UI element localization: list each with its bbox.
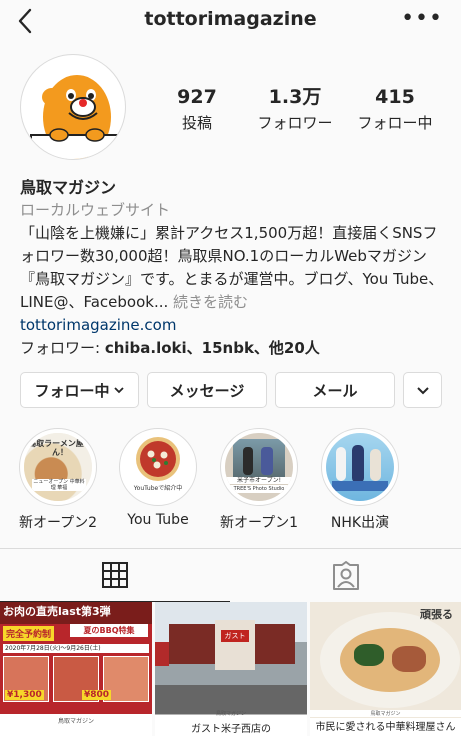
posts-label: 投稿: [181, 114, 212, 132]
tab-tagged[interactable]: [231, 549, 461, 602]
tab-grid[interactable]: [0, 549, 230, 602]
post-special: 夏のBBQ特集: [70, 624, 148, 637]
followed-by-prefix: フォロワー:: [20, 339, 105, 357]
post-caption: 市民に愛される中華料理屋さん: [310, 718, 461, 736]
grid-icon: [102, 562, 128, 588]
bio-text-block: 「山陰を上機嫌に」累計アクセス1,500万超！直接届くSNSフォロワー数30,0…: [20, 222, 450, 314]
profile-tabs: [0, 548, 461, 602]
mascot-logo-icon: [30, 75, 118, 159]
stat-following[interactable]: 415 フォロー中: [350, 86, 440, 133]
highlight-overlay-text: 鳥取ラーメン屋さん！: [28, 439, 92, 457]
highlight-ring: YouTubeで紹介中: [119, 428, 197, 506]
post-thumbnail[interactable]: お肉の直売last第3弾 完全予約制 夏のBBQ特集 2020年7月28日(火)…: [0, 602, 152, 736]
following-count: 415: [375, 86, 415, 108]
chevron-down-icon: [416, 387, 429, 395]
highlight-nhk[interactable]: NHK出演: [319, 428, 401, 532]
profile-category: ローカルウェブサイト: [20, 201, 171, 219]
profile-username: tottorimagazine: [144, 8, 317, 30]
stat-posts[interactable]: 927 投稿: [168, 86, 226, 133]
email-button[interactable]: メール: [275, 372, 395, 408]
message-button[interactable]: メッセージ: [147, 372, 267, 408]
post-sign: 頑張る: [420, 608, 453, 621]
ellipsis-icon[interactable]: •••: [401, 8, 443, 30]
highlight-cover: [326, 433, 394, 501]
display-name: 鳥取マガジン: [20, 178, 117, 197]
post-footer: 鳥取マガジン: [310, 710, 461, 717]
post-price: ¥800: [82, 690, 112, 700]
posts-grid: お肉の直売last第3弾 完全予約制 夏のBBQ特集 2020年7月28日(火)…: [0, 602, 461, 736]
followers-label: フォロワー: [257, 114, 333, 132]
highlight-label: 新オープン1: [219, 515, 299, 531]
followed-by-names: chiba.loki、15nbk、他20人: [104, 339, 320, 357]
post-thumbnail[interactable]: ガスト 鳥取マガジン ガスト米子西店の: [155, 602, 307, 736]
post-footer: 鳥取マガジン: [215, 711, 246, 717]
avatar[interactable]: [20, 54, 126, 160]
highlight-overlay-text: 米子市オープン!: [225, 477, 293, 484]
posts-count: 927: [177, 86, 217, 108]
post-price: ¥1,300: [5, 690, 44, 700]
stat-followers[interactable]: 1.3万 フォロワー: [250, 86, 340, 133]
following-button-label: フォロー中: [34, 381, 110, 400]
highlight-ring: 鳥取ラーメン屋さん！ ニューオープン 中華料理 華福: [19, 428, 97, 506]
highlight-cover: 鳥取ラーメン屋さん！ ニューオープン 中華料理 華福: [24, 433, 92, 501]
post-caption: ガスト米子西店の: [191, 724, 271, 735]
message-button-label: メッセージ: [169, 381, 245, 400]
highlight-ring: 米子市オープン! TREE'S Photo Studio: [220, 428, 298, 506]
read-more-link[interactable]: 続きを読む: [168, 293, 248, 311]
highlight-cover: YouTubeで紹介中: [124, 433, 192, 501]
tagged-person-icon: [333, 560, 359, 590]
highlight-new-open-1[interactable]: 米子市オープン! TREE'S Photo Studio 新オープン1: [218, 428, 300, 532]
post-sign: ガスト: [221, 630, 249, 642]
followed-by[interactable]: フォロワー: chiba.loki、15nbk、他20人: [20, 337, 450, 360]
highlight-sub-text: TREE'S Photo Studio: [225, 485, 293, 493]
chevron-down-icon: [113, 387, 124, 394]
highlight-label: You Tube: [127, 512, 189, 528]
post-thumbnail[interactable]: 頑張る 鳥取マガジン 市民に愛される中華料理屋さん: [310, 602, 461, 736]
email-button-label: メール: [312, 381, 358, 400]
profile-bio: 鳥取マガジン ローカルウェブサイト 「山陰を上機嫌に」累計アクセス1,500万超…: [20, 176, 450, 360]
highlight-label: NHK出演: [330, 515, 390, 531]
website-link[interactable]: tottorimagazine.com: [20, 314, 450, 337]
highlight-label: 新オープン2: [18, 515, 98, 531]
following-label: フォロー中: [357, 114, 433, 132]
highlight-new-open-2[interactable]: 鳥取ラーメン屋さん！ ニューオープン 中華料理 華福 新オープン2: [17, 428, 99, 532]
post-date: 2020年7月28日(火)〜9月26日(土): [3, 644, 149, 653]
post-headline: お肉の直売last第3弾: [3, 605, 111, 618]
highlight-sub-text: ニューオープン 中華料理 華福: [32, 479, 86, 491]
highlight-cover: 米子市オープン! TREE'S Photo Studio: [225, 433, 293, 501]
post-footer: 鳥取マガジン: [57, 718, 94, 725]
following-button[interactable]: フォロー中: [20, 372, 139, 408]
highlight-overlay-text: YouTubeで紹介中: [133, 485, 183, 492]
followers-count: 1.3万: [268, 86, 322, 108]
top-bar: tottorimagazine •••: [0, 0, 461, 44]
post-badge: 完全予約制: [3, 626, 55, 641]
highlight-youtube[interactable]: YouTubeで紹介中 You Tube: [117, 428, 199, 528]
highlight-ring: [321, 428, 399, 506]
suggestions-button[interactable]: [403, 372, 442, 408]
